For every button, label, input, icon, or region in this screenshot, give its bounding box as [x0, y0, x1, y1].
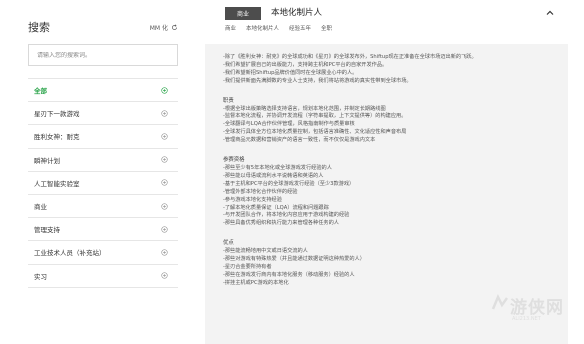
category-item[interactable]: 人工智能实验室	[28, 172, 178, 195]
plus-circle-icon	[161, 133, 168, 140]
category-label: 实习	[34, 272, 47, 281]
intro-line: -我们希望新招Shiftup品牌价值同时在全球展业心中的人。	[223, 69, 358, 76]
plus-circle-icon	[161, 226, 168, 233]
refresh-icon	[172, 23, 177, 30]
search-box[interactable]	[28, 44, 178, 66]
sidebar-header: 搜索 MM 化	[28, 18, 178, 36]
category-item[interactable]: 星刃下一款游戏	[28, 102, 178, 126]
category-item[interactable]: 胜利女神：耐克	[28, 125, 178, 149]
category-item[interactable]: 实习	[28, 265, 178, 288]
reset-button[interactable]: MM 化	[150, 23, 178, 32]
watermark: 游侠网 ALI213.NET	[490, 287, 570, 327]
watermark-subtext: ALI213.NET	[512, 316, 541, 322]
category-label: 工业技术人员（补充站）	[34, 249, 106, 258]
category-label: 商业	[34, 203, 47, 212]
plus-circle-icon	[161, 156, 168, 163]
section-title: 参赛资格	[223, 157, 245, 164]
section-line: -那些能流畅地用中文或日语交流的人	[223, 248, 308, 255]
plus-circle-icon	[161, 179, 168, 186]
meta-department: 商业	[225, 26, 237, 32]
job-header: 商业 本地化制片人 商业 本地化制片人 经验五年 全职	[205, 0, 565, 40]
section-line: -那些具备优秀组织和执行能力来管理各种任务的人	[223, 220, 339, 227]
category-item[interactable]: 全部	[28, 79, 178, 103]
category-list: 全部星刃下一款游戏 胜利女神：耐克 瞬神计划人工智能实验室 商业管理支持工业技术人员（…	[28, 78, 178, 288]
job-meta: 商业 本地化制片人 经验五年 全职	[225, 24, 332, 32]
plus-circle-icon	[161, 272, 168, 279]
intro-line: -我们希望扩展自己的出版能力，支持跨主机和PC平台的自家开发作品。	[223, 61, 388, 68]
category-label: 胜利女神：耐克	[34, 133, 80, 142]
section-line: -那些至少有5年本地化或全球游戏发行经验的人	[223, 164, 332, 171]
plus-circle-icon	[161, 202, 168, 210]
category-item[interactable]: 商业	[28, 195, 178, 219]
category-label: 瞬神计划	[34, 156, 60, 165]
meta-experience: 经验五年	[289, 26, 312, 32]
plus-circle-icon	[161, 110, 168, 117]
watermark-logo-icon	[491, 293, 509, 310]
category-item[interactable]: 瞬神计划	[28, 149, 178, 172]
category-label: 全部	[34, 87, 47, 96]
section-line: -那些对游戏有特殊热爱（并且能通过数据证明这种热爱的人）	[223, 256, 365, 263]
category-label: 管理支持	[34, 226, 60, 235]
section-title: 职责	[223, 97, 234, 104]
section-line: -参与游戏本地化支持经验	[223, 196, 282, 203]
category-item[interactable]: 管理支持	[28, 218, 178, 242]
search-input[interactable]	[37, 51, 169, 59]
section-line: -管理外部本地化合作伙伴的经验	[223, 188, 298, 195]
meta-position: 本地化制片人	[246, 26, 280, 32]
section-title: 优点	[223, 240, 234, 247]
category-label: 人工智能实验室	[34, 179, 80, 188]
category-label: 星刃下一款游戏	[34, 110, 80, 119]
job-description-body: -除了《胜利女神：耐克》的全球成功和《星刃》的全球发布外，Shiftup现在正准…	[205, 44, 568, 288]
section-line: -管理商品元数据和营销资产的语言一致性，而不仅仅是游戏内文本	[223, 137, 376, 144]
plus-circle-icon	[161, 249, 168, 256]
reset-label: MM 化	[149, 24, 168, 32]
job-tag: 商业	[225, 7, 261, 20]
chevron-up-icon[interactable]	[545, 8, 555, 18]
section-line: -基于主机和PC平台的全球游戏发行经验（至少3款游戏）	[223, 180, 355, 187]
section-line: -那些能以母语或流利水平说韩语和英语的人	[223, 172, 324, 179]
job-title: 本地化制片人	[271, 8, 323, 18]
intro-line: -我们提供新面先满脚数的专业人士支持，我们将站将游戏的真实性带到全球市场。	[223, 77, 412, 84]
sidebar-title: 搜索	[28, 21, 50, 34]
meta-employment-type: 全职	[321, 26, 333, 32]
watermark-text: 游侠网	[510, 298, 564, 318]
section-line: -那些在游戏发行商内有本地化服务（移动服务）经验的人	[223, 271, 355, 278]
category-item[interactable]: 工业技术人员（补充站）	[28, 241, 178, 265]
section-line: -全球发行具体全方位本地化质量控制，包括语言准确性、文化适应性和声音布局	[223, 129, 407, 136]
intro-line: -除了《胜利女神：耐克》的全球成功和《星刃》的全球发布外，Shiftup现在正准…	[223, 54, 477, 60]
filter-sidebar: 搜索 MM 化 全部星刃下一款游戏胜利女神：耐克瞬神计划人工智能实验室商业管理支…	[28, 18, 178, 288]
section-line: -星刃合金要所持有者	[223, 263, 272, 270]
plus-circle-icon	[161, 86, 168, 94]
